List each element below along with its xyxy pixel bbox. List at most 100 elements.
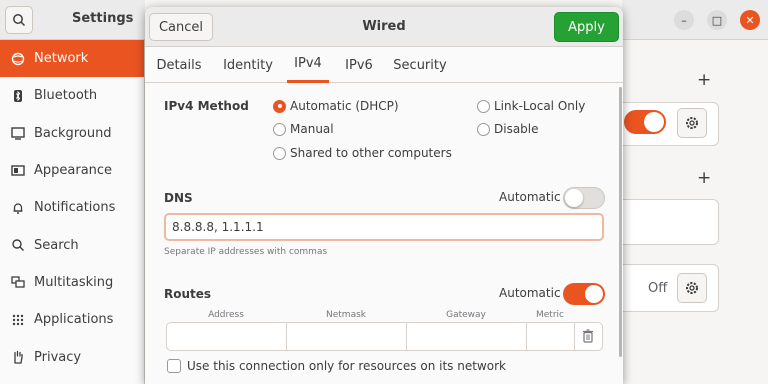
search-button[interactable] <box>5 6 33 34</box>
multitasking-icon <box>10 274 26 290</box>
sidebar-item-label: Network <box>34 51 89 67</box>
add-vpn-icon[interactable]: + <box>697 70 711 90</box>
delete-route-button[interactable] <box>580 328 596 344</box>
search-icon <box>10 237 26 253</box>
wired-dialog: Cancel Wired Apply Details Identity IPv4… <box>145 7 623 384</box>
sidebar-item-background[interactable]: Background <box>0 115 144 152</box>
routes-label: Routes <box>164 287 212 301</box>
apply-button[interactable]: Apply <box>554 12 619 42</box>
background-icon <box>10 125 26 141</box>
column-header-netmask: Netmask <box>326 310 366 320</box>
sidebar-item-label: Bluetooth <box>34 88 98 104</box>
radio-dot <box>273 146 286 160</box>
wired-settings-button[interactable] <box>677 108 707 138</box>
dns-automatic-switch[interactable] <box>563 187 605 209</box>
gear-icon <box>686 117 698 129</box>
hand-icon <box>10 349 26 365</box>
radio-manual[interactable]: Manual <box>273 122 334 136</box>
bluetooth-icon <box>10 88 26 104</box>
route-netmask-field[interactable] <box>287 323 407 350</box>
bell-icon <box>10 200 26 216</box>
appearance-icon <box>10 163 26 179</box>
dns-hint: Separate IP addresses with commas <box>164 247 328 257</box>
settings-sidebar: Network Bluetooth Background Appearance … <box>0 40 145 384</box>
sidebar-item-search[interactable]: Search <box>0 226 144 263</box>
dialog-headerbar: Cancel Wired Apply <box>145 7 623 47</box>
route-gateway-field[interactable] <box>407 323 527 350</box>
tab-bar: Details Identity IPv4 IPv6 Security <box>145 47 623 83</box>
radio-dot <box>273 122 286 136</box>
sidebar-item-label: Privacy <box>34 349 82 365</box>
dns-field[interactable] <box>164 213 604 241</box>
maximize-button[interactable]: □ <box>707 10 727 30</box>
sidebar-item-label: Search <box>34 237 79 253</box>
minimize-icon: – <box>681 13 687 27</box>
radio-label: Shared to other computers <box>290 146 452 160</box>
tab-ipv4[interactable]: IPv4 <box>287 47 329 83</box>
sidebar-item-multitasking[interactable]: Multitasking <box>0 264 144 301</box>
proxy-settings-button[interactable] <box>677 273 707 303</box>
sidebar-item-notifications[interactable]: Notifications <box>0 189 144 226</box>
only-resources-checkbox[interactable]: Use this connection only for resources o… <box>167 359 506 373</box>
sidebar-item-network[interactable]: Network <box>0 40 144 78</box>
maximize-icon: □ <box>711 13 723 27</box>
radio-link-local-only[interactable]: Link-Local Only <box>477 99 585 113</box>
sidebar-item-label: Applications <box>34 312 114 328</box>
column-header-gateway: Gateway <box>446 310 486 320</box>
settings-headerbar: Settings <box>0 0 145 40</box>
dns-automatic-label: Automatic <box>499 190 561 204</box>
close-button[interactable]: ✕ <box>740 10 760 30</box>
radio-dot <box>477 99 490 113</box>
route-row <box>166 322 603 351</box>
sidebar-item-label: Appearance <box>34 163 113 179</box>
sidebar-item-label: Background <box>34 125 112 141</box>
tab-identity[interactable]: Identity <box>217 47 279 83</box>
network-icon <box>10 51 26 67</box>
sidebar-item-bluetooth[interactable]: Bluetooth <box>0 77 144 114</box>
radio-dot <box>477 122 490 136</box>
grid-icon <box>10 312 26 328</box>
toggle-knob <box>644 112 664 132</box>
minimize-button[interactable]: – <box>674 10 694 30</box>
sidebar-item-privacy[interactable]: Privacy <box>0 338 144 375</box>
sidebar-item-appearance[interactable]: Appearance <box>0 152 144 189</box>
route-metric-field[interactable] <box>527 323 575 350</box>
tab-details[interactable]: Details <box>151 47 207 83</box>
routes-automatic-label: Automatic <box>499 286 561 300</box>
search-icon <box>13 14 26 27</box>
radio-label: Link-Local Only <box>494 99 586 113</box>
settings-title: Settings <box>72 11 134 26</box>
wired-toggle[interactable] <box>624 110 666 134</box>
proxy-status: Off <box>648 281 668 296</box>
dialog-title: Wired <box>362 19 406 34</box>
add-connection-icon[interactable]: + <box>697 168 711 188</box>
trash-icon <box>583 329 593 343</box>
radio-shared[interactable]: Shared to other computers <box>273 146 452 160</box>
column-header-metric: Metric <box>536 310 564 320</box>
radio-label: Automatic (DHCP) <box>290 99 399 113</box>
radio-label: Manual <box>290 122 334 136</box>
column-header-address: Address <box>208 310 244 320</box>
dns-label: DNS <box>164 191 193 205</box>
route-address-field[interactable] <box>167 323 287 350</box>
radio-label: Disable <box>494 122 539 136</box>
vpn-card <box>622 199 719 245</box>
radio-automatic-dhcp[interactable]: Automatic (DHCP) <box>273 99 399 113</box>
radio-dot <box>273 99 286 113</box>
radio-disable[interactable]: Disable <box>477 122 539 136</box>
scrollbar[interactable] <box>619 87 622 357</box>
checkbox-box <box>167 359 181 373</box>
sidebar-item-applications[interactable]: Applications <box>0 301 144 338</box>
switch-knob <box>565 189 583 207</box>
close-icon: ✕ <box>745 13 755 27</box>
sidebar-item-label: Notifications <box>34 200 116 216</box>
sidebar-item-label: Multitasking <box>34 274 114 290</box>
ipv4-method-label: IPv4 Method <box>164 99 249 113</box>
switch-knob <box>585 285 603 303</box>
checkbox-label: Use this connection only for resources o… <box>187 359 506 373</box>
gear-icon <box>686 282 698 294</box>
window-controls: – □ ✕ <box>622 0 768 40</box>
tab-security[interactable]: Security <box>391 47 449 83</box>
routes-automatic-switch[interactable] <box>563 283 605 305</box>
tab-ipv6[interactable]: IPv6 <box>337 47 381 83</box>
